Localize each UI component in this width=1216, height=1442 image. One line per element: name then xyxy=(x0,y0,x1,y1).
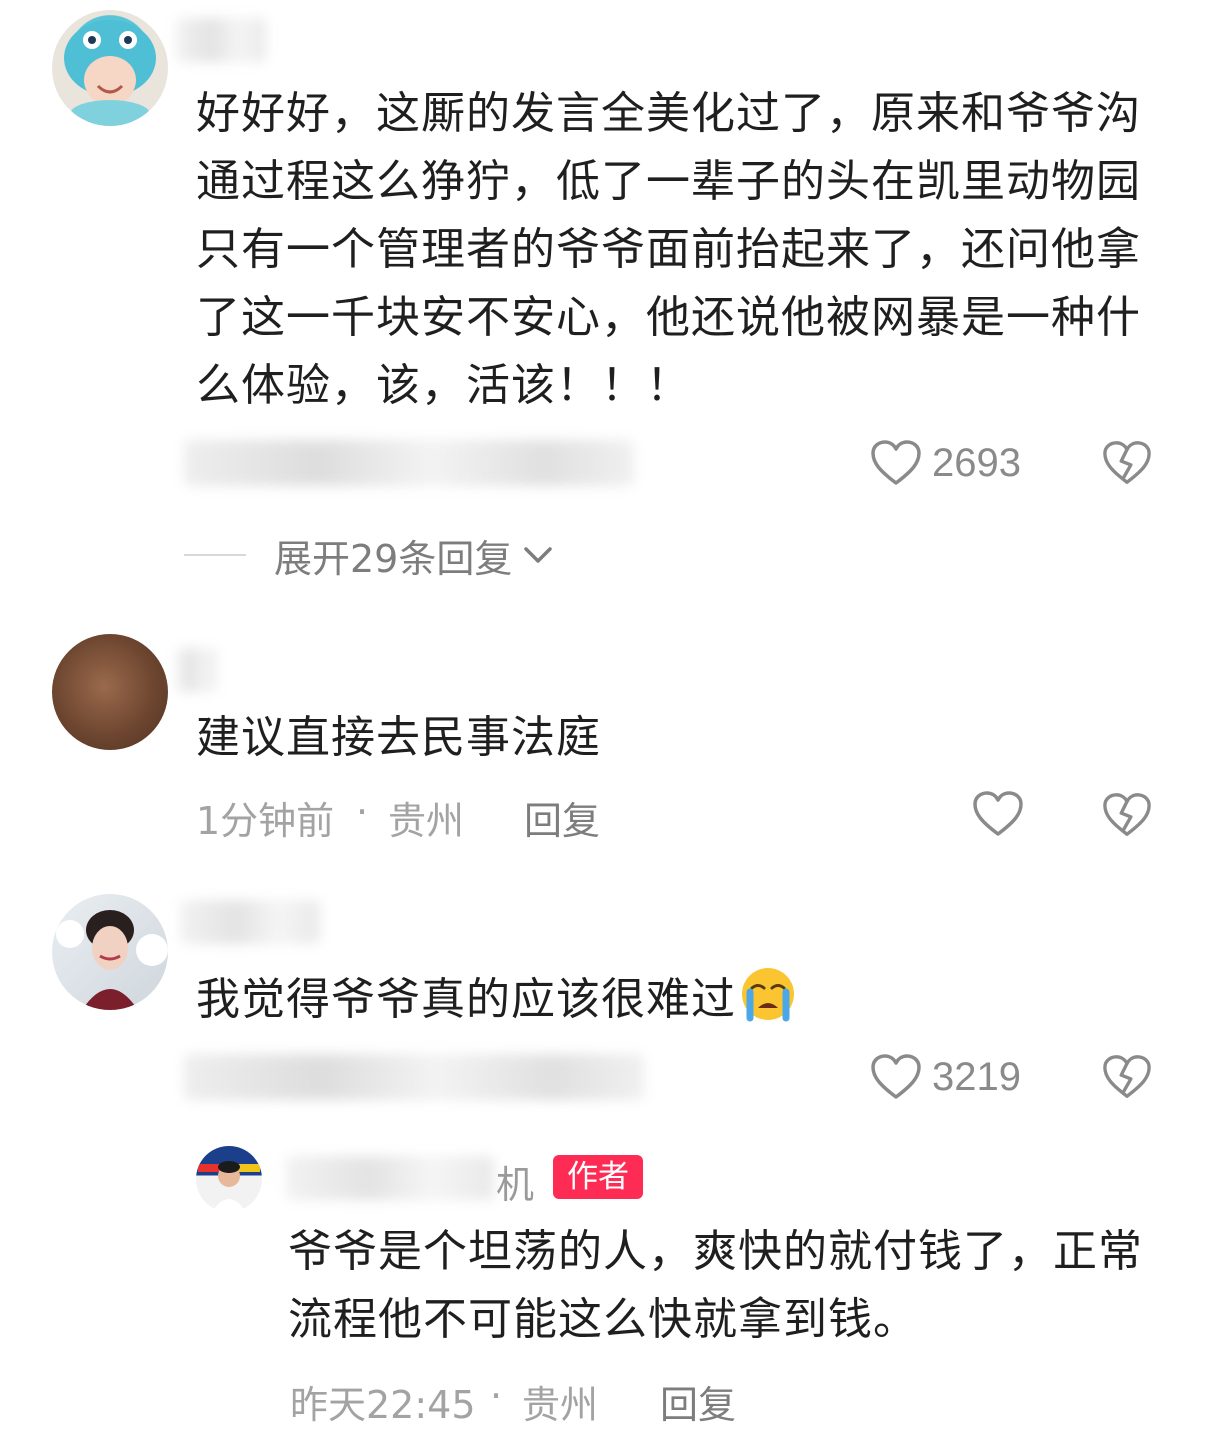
comment-time: 1分钟前 xyxy=(196,799,335,843)
comment-text: 建议直接去民事法庭 xyxy=(196,712,601,763)
loudly-crying-face-emoji xyxy=(742,968,794,1022)
broken-heart-icon[interactable] xyxy=(1102,790,1152,840)
author-name-tail[interactable]: 机 xyxy=(496,1154,534,1209)
avatar[interactable] xyxy=(52,894,168,1010)
broken-heart-icon[interactable] xyxy=(1102,1052,1152,1102)
chevron-down-icon xyxy=(524,547,553,563)
comment-text: 好好好，这厮的发言全美化过了，原来和爷爷沟通过程这么狰狞，低了一辈子的头在凯里动… xyxy=(196,88,1141,411)
reply-time: 昨天22:45 xyxy=(290,1383,476,1427)
author-name-blurred[interactable] xyxy=(286,1156,494,1200)
meta-separator: · xyxy=(356,790,369,834)
author-badge: 作者 xyxy=(553,1155,643,1199)
username-blurred[interactable] xyxy=(176,648,216,692)
comment-meta-blurred xyxy=(184,1054,644,1100)
comment-text-content: 我觉得爷爷真的应该很难过 xyxy=(196,974,736,1025)
meta-separator: · xyxy=(490,1374,503,1418)
reply-button[interactable]: 回复 xyxy=(660,1374,736,1429)
like-count: 2693 xyxy=(932,440,1021,485)
avatar[interactable] xyxy=(52,10,168,126)
like-count: 3219 xyxy=(932,1054,1021,1099)
heart-outline-icon[interactable] xyxy=(972,790,1024,838)
avatar[interactable] xyxy=(52,634,168,750)
expand-replies-button[interactable]: 展开29条回复 xyxy=(184,530,558,581)
username-blurred[interactable] xyxy=(180,900,320,944)
comment-location: 贵州 xyxy=(388,799,465,843)
reply-location: 贵州 xyxy=(522,1383,599,1427)
author-avatar[interactable] xyxy=(196,1146,262,1212)
comment-meta-blurred xyxy=(184,440,634,486)
heart-outline-icon xyxy=(871,1054,921,1099)
like-button[interactable]: 3219 xyxy=(870,1052,1021,1102)
comment-text: 我觉得爷爷真的应该很难过 xyxy=(196,964,1168,1034)
reply-text: 爷爷是个坦荡的人，爽快的就付钱了，正常流程他不可能这么快就拿到钱。 xyxy=(288,1226,1143,1345)
username-blurred[interactable] xyxy=(176,18,266,62)
divider xyxy=(184,554,246,556)
expand-replies-label: 展开29条回复 xyxy=(274,536,513,581)
heart-outline-icon xyxy=(871,440,921,485)
broken-heart-icon[interactable] xyxy=(1102,438,1152,488)
reply-button[interactable]: 回复 xyxy=(524,790,600,845)
like-button[interactable]: 2693 xyxy=(870,438,1021,488)
